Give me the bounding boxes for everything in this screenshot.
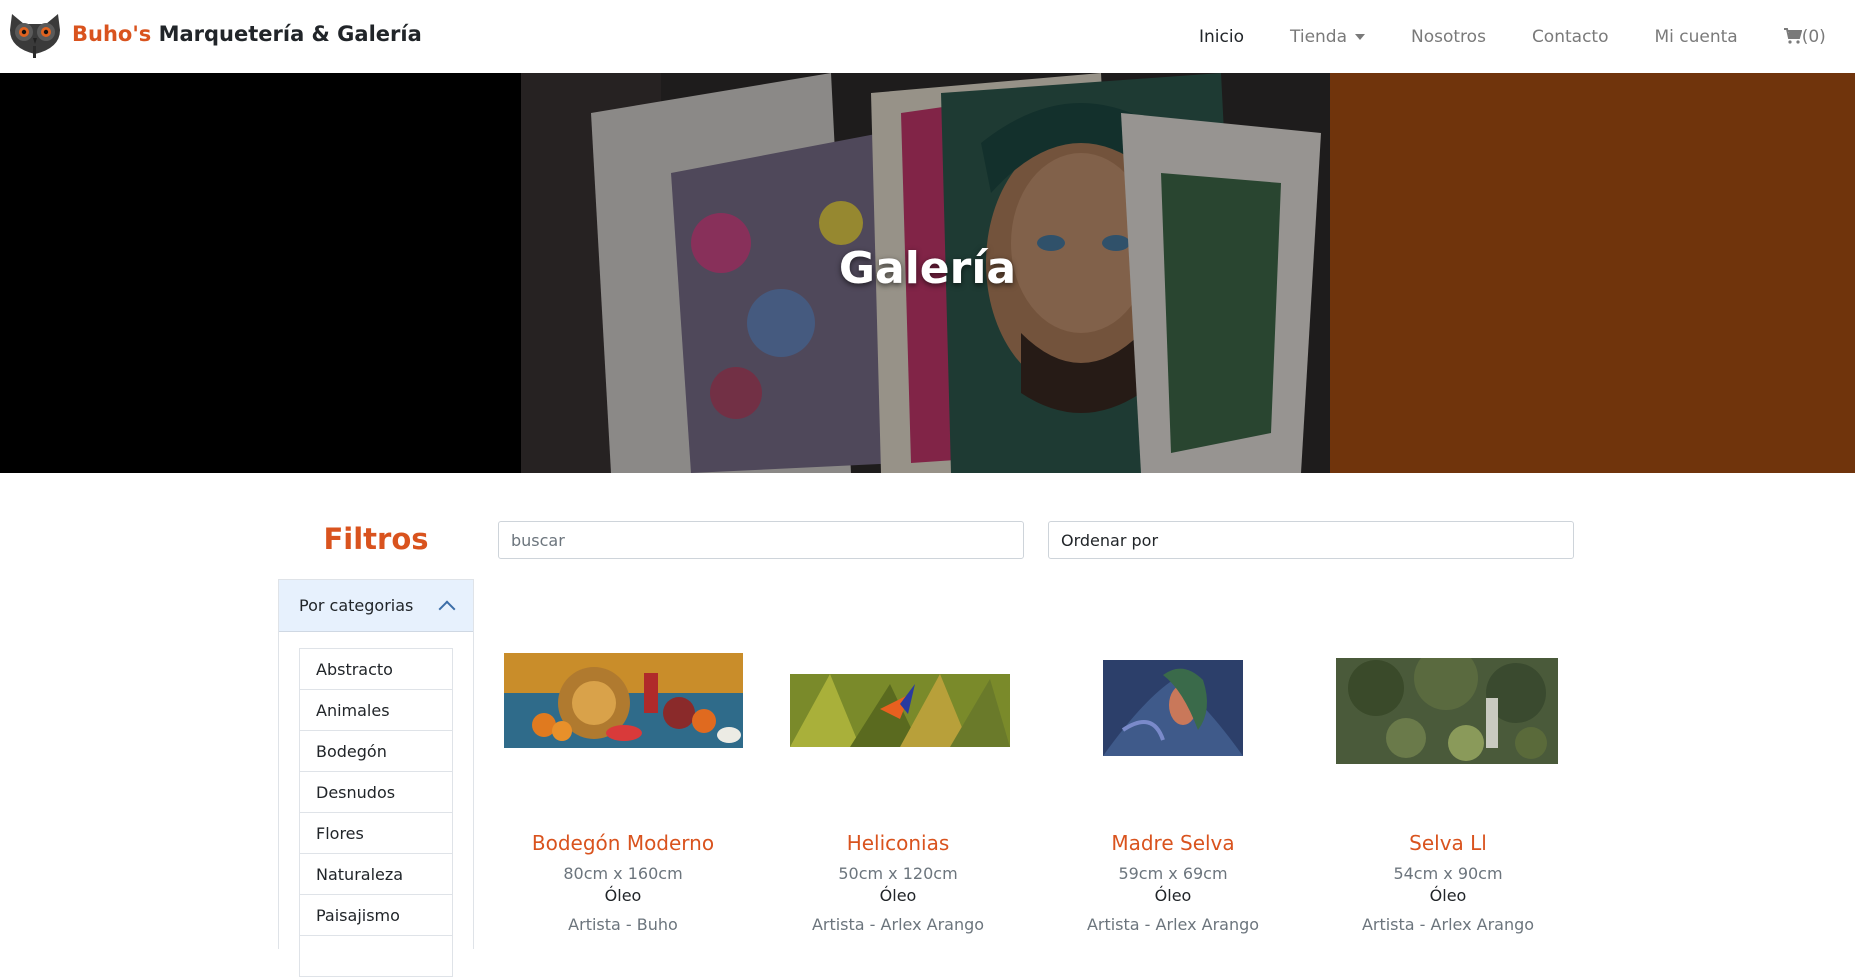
product-card[interactable]: Madre Selva 59cm x 69cm Óleo Artista - A… xyxy=(1048,620,1298,934)
product-title[interactable]: Selva Ll xyxy=(1323,831,1573,855)
category-list: Abstracto Animales Bodegón Desnudos Flor… xyxy=(299,648,453,977)
nav-mi-cuenta[interactable]: Mi cuenta xyxy=(1654,27,1737,47)
category-filter-card: Por categorias Abstracto Animales Bodegó… xyxy=(278,579,474,977)
page-title: Galería xyxy=(838,243,1017,294)
product-card[interactable]: Bodegón Moderno 80cm x 160cm Óleo Artist… xyxy=(498,620,748,934)
category-item-paisajismo[interactable]: Paisajismo xyxy=(300,895,452,936)
cart-count: (0) xyxy=(1801,26,1826,47)
product-size: 80cm x 160cm xyxy=(563,864,683,883)
product-technique: Óleo xyxy=(604,886,642,905)
product-technique: Óleo xyxy=(1154,886,1192,905)
product-title[interactable]: Madre Selva xyxy=(1048,831,1298,855)
category-header-label: Por categorias xyxy=(299,596,414,615)
product-artist: Artista - Buho xyxy=(568,915,678,934)
product-size: 54cm x 90cm xyxy=(1393,864,1503,883)
product-image[interactable] xyxy=(1103,660,1243,756)
nav-inicio[interactable]: Inicio xyxy=(1199,27,1244,47)
navbar: Buho's Marquetería & Galería Inicio Tien… xyxy=(0,0,1855,73)
nav-contacto[interactable]: Contacto xyxy=(1532,27,1609,47)
product-card[interactable]: Selva Ll 54cm x 90cm Óleo Artista - Arle… xyxy=(1323,620,1573,934)
order-select[interactable]: Ordenar por xyxy=(1048,521,1574,559)
brand-name: Buho's Marquetería & Galería xyxy=(72,22,422,46)
brand-name-accent: Buho's xyxy=(72,22,152,46)
product-card[interactable]: Heliconias 50cm x 120cm Óleo Artista - A… xyxy=(773,620,1023,934)
hero-banner: Galería xyxy=(0,73,1855,473)
cart-icon xyxy=(1783,27,1803,44)
category-item-animales[interactable]: Animales xyxy=(300,690,452,731)
category-item-abstracto[interactable]: Abstracto xyxy=(300,649,452,690)
brand-link[interactable]: Buho's Marquetería & Galería xyxy=(6,8,422,60)
product-image[interactable] xyxy=(790,674,1010,747)
product-technique: Óleo xyxy=(879,886,917,905)
nav-links: Inicio Tienda Nosotros Contacto Mi cuent… xyxy=(1180,0,1826,73)
product-image[interactable] xyxy=(1336,658,1558,764)
product-title[interactable]: Heliconias xyxy=(773,831,1023,855)
product-artist: Artista - Arlex Arango xyxy=(1361,915,1535,934)
product-artist: Artista - Arlex Arango xyxy=(811,915,985,934)
category-item-flores[interactable]: Flores xyxy=(300,813,452,854)
nav-nosotros[interactable]: Nosotros xyxy=(1411,27,1486,47)
category-item-desnudos[interactable]: Desnudos xyxy=(300,772,452,813)
chevron-up-icon xyxy=(438,600,456,617)
product-technique: Óleo xyxy=(1429,886,1467,905)
brand-name-rest: Marquetería & Galería xyxy=(158,22,422,46)
product-artist: Artista - Arlex Arango xyxy=(1086,915,1260,934)
product-title[interactable]: Bodegón Moderno xyxy=(498,831,748,855)
category-accordion-toggle[interactable]: Por categorias xyxy=(279,580,473,632)
caret-down-icon xyxy=(1355,33,1366,40)
search-input[interactable] xyxy=(498,521,1024,559)
nav-tienda[interactable]: Tienda xyxy=(1289,26,1366,47)
product-image[interactable] xyxy=(504,653,743,748)
category-item-bodegon[interactable]: Bodegón xyxy=(300,731,452,772)
category-item-naturaleza[interactable]: Naturaleza xyxy=(300,854,452,895)
category-item-more[interactable] xyxy=(300,936,452,977)
filters-title: Filtros xyxy=(323,522,429,556)
product-size: 50cm x 120cm xyxy=(838,864,958,883)
nav-cart[interactable]: (0) xyxy=(1783,26,1826,47)
owl-logo-icon xyxy=(6,8,64,60)
nav-tienda-label: Tienda xyxy=(1289,26,1348,47)
product-size: 59cm x 69cm xyxy=(1118,864,1228,883)
